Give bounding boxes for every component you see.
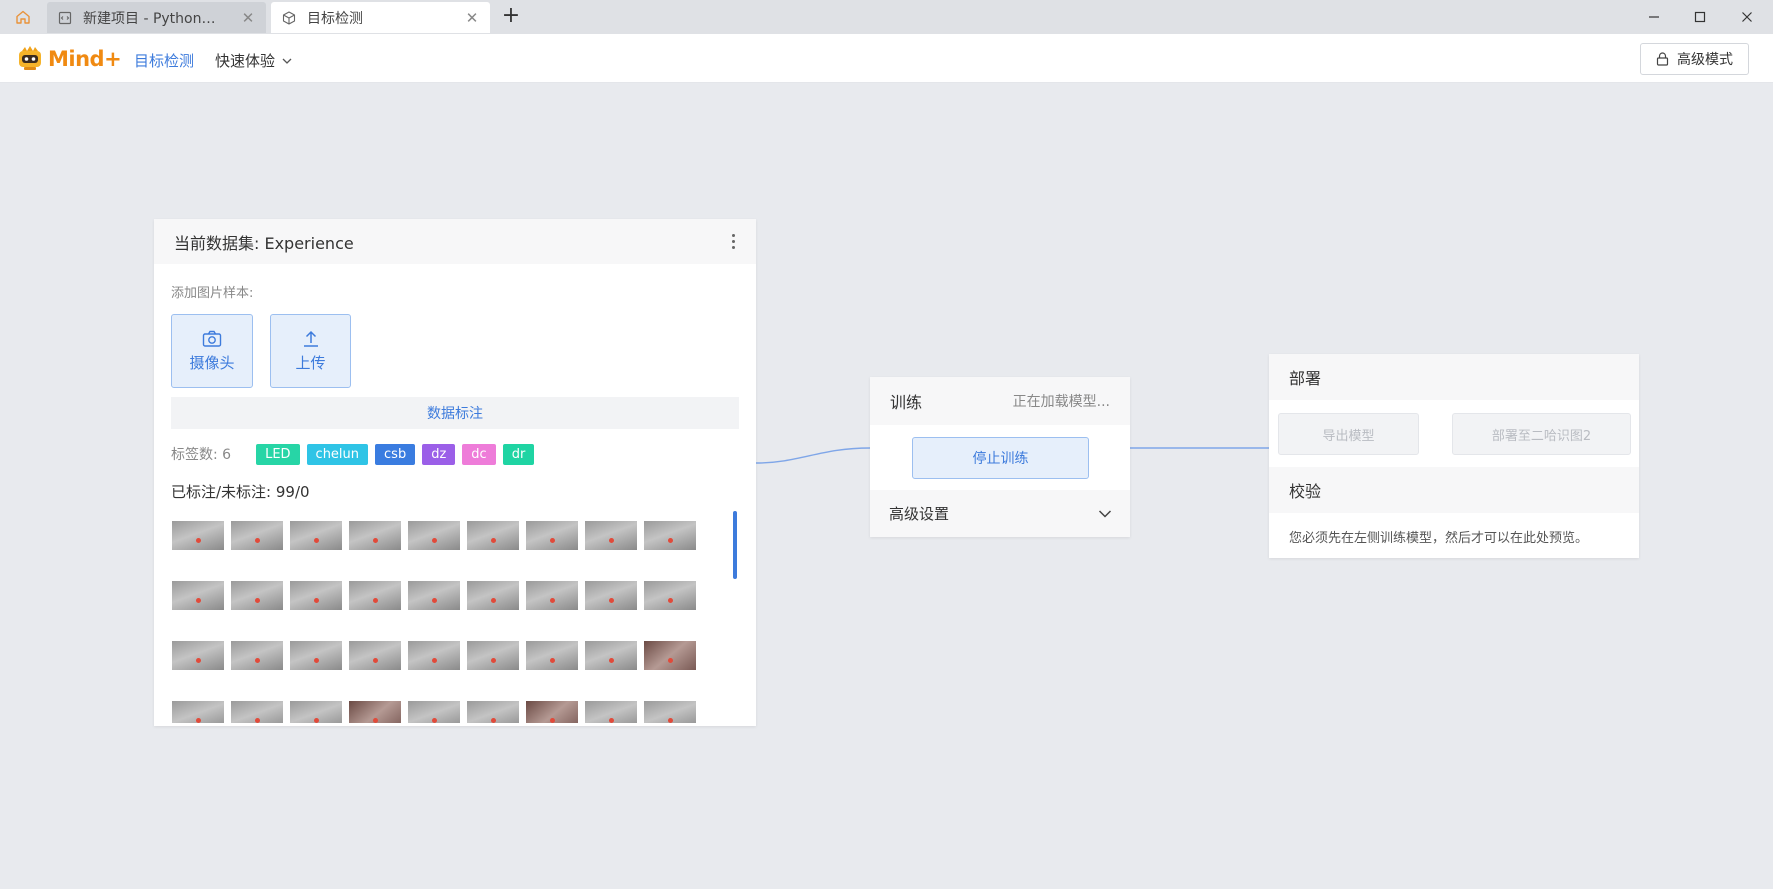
- annotated-count: 已标注/未标注: 99/0: [171, 483, 310, 501]
- sample-thumbnail[interactable]: [585, 521, 637, 550]
- sample-thumbnail[interactable]: [644, 701, 696, 723]
- sample-thumbnail[interactable]: [408, 581, 460, 610]
- sample-thumbnail[interactable]: [172, 521, 224, 550]
- verify-title: 校验: [1289, 482, 1322, 501]
- tag-dr[interactable]: dr: [502, 443, 535, 465]
- sample-thumbnail[interactable]: [349, 521, 401, 550]
- sample-thumbnail[interactable]: [349, 701, 401, 723]
- sample-thumbnail-grid: [172, 521, 702, 723]
- labels-row: 标签数: 6 LED chelun csb dz dc dr: [171, 443, 541, 465]
- sample-thumbnail[interactable]: [526, 521, 578, 550]
- deploy-title: 部署: [1289, 369, 1322, 388]
- tag-led[interactable]: LED: [256, 443, 300, 465]
- sample-thumbnail[interactable]: [644, 581, 696, 610]
- advanced-settings-toggle[interactable]: 高级设置: [870, 490, 1130, 537]
- sample-thumbnail[interactable]: [467, 581, 519, 610]
- deploy-card: 部署 导出模型 部署至二哈识图2 校验 您必须先在左侧训练模型，然后才可以在此处…: [1269, 354, 1639, 558]
- upload-button-label: 上传: [295, 353, 326, 372]
- sample-thumbnail[interactable]: [408, 641, 460, 670]
- sample-thumbnail[interactable]: [231, 641, 283, 670]
- sample-thumbnail[interactable]: [172, 641, 224, 670]
- upload-button[interactable]: 上传: [270, 314, 351, 388]
- add-samples-label: 添加图片样本:: [171, 286, 254, 301]
- sample-thumbnail[interactable]: [290, 581, 342, 610]
- upload-icon: [303, 330, 318, 347]
- export-model-button[interactable]: 导出模型: [1278, 413, 1419, 455]
- sample-thumbnail[interactable]: [526, 701, 578, 723]
- sample-thumbnail[interactable]: [172, 701, 224, 723]
- sample-thumbnail[interactable]: [290, 641, 342, 670]
- thumbnail-scrollbar[interactable]: [733, 511, 737, 579]
- train-status: 正在加载模型...: [1012, 394, 1110, 410]
- tag-csb[interactable]: csb: [375, 443, 416, 465]
- sample-thumbnail[interactable]: [349, 641, 401, 670]
- sample-thumbnail[interactable]: [526, 581, 578, 610]
- chevron-down-icon: [1098, 509, 1112, 518]
- stop-training-button[interactable]: 停止训练: [912, 437, 1089, 479]
- advanced-settings-label: 高级设置: [889, 505, 950, 523]
- sample-thumbnail[interactable]: [526, 641, 578, 670]
- dataset-card-header: 当前数据集: Experience: [154, 219, 756, 264]
- sample-thumbnail[interactable]: [644, 641, 696, 670]
- sample-thumbnail[interactable]: [585, 701, 637, 723]
- camera-button-label: 摄像头: [189, 353, 235, 372]
- sample-thumbnail[interactable]: [290, 521, 342, 550]
- sample-thumbnail[interactable]: [467, 701, 519, 723]
- train-card-header: 训练 正在加载模型...: [870, 377, 1130, 425]
- tag-dz[interactable]: dz: [422, 443, 456, 465]
- more-vertical-icon[interactable]: [730, 234, 736, 249]
- verify-header: 校验: [1269, 467, 1639, 513]
- deploy-card-header: 部署: [1269, 354, 1639, 400]
- camera-button[interactable]: 摄像头: [171, 314, 253, 388]
- sample-thumbnail[interactable]: [172, 581, 224, 610]
- sample-thumbnail[interactable]: [349, 581, 401, 610]
- verify-message: 您必须先在左侧训练模型，然后才可以在此处预览。: [1289, 531, 1589, 546]
- dataset-title: 当前数据集: Experience: [174, 233, 354, 253]
- dataset-train-connector: [755, 447, 871, 464]
- tag-chelun[interactable]: chelun: [306, 443, 369, 465]
- sample-thumbnail[interactable]: [231, 521, 283, 550]
- label-count: 标签数: 6: [171, 447, 232, 463]
- train-title: 训练: [890, 393, 923, 412]
- sample-thumbnail[interactable]: [644, 521, 696, 550]
- sample-thumbnail[interactable]: [585, 581, 637, 610]
- sample-thumbnail[interactable]: [585, 641, 637, 670]
- tag-dc[interactable]: dc: [462, 443, 496, 465]
- sample-thumbnail[interactable]: [408, 701, 460, 723]
- deploy-to-huskylens-button[interactable]: 部署至二哈识图2: [1452, 413, 1631, 455]
- sample-thumbnail[interactable]: [408, 521, 460, 550]
- sample-thumbnail[interactable]: [231, 581, 283, 610]
- sample-thumbnail[interactable]: [467, 641, 519, 670]
- camera-icon: [202, 330, 222, 347]
- train-card: 训练 正在加载模型... 停止训练 高级设置: [870, 377, 1130, 537]
- sample-thumbnail[interactable]: [290, 701, 342, 723]
- sample-thumbnail[interactable]: [467, 521, 519, 550]
- annotate-data-button[interactable]: 数据标注: [171, 397, 739, 429]
- dataset-card: 当前数据集: Experience 添加图片样本: 摄像头 上传 数据标注 标签…: [154, 219, 756, 726]
- sample-thumbnail[interactable]: [231, 701, 283, 723]
